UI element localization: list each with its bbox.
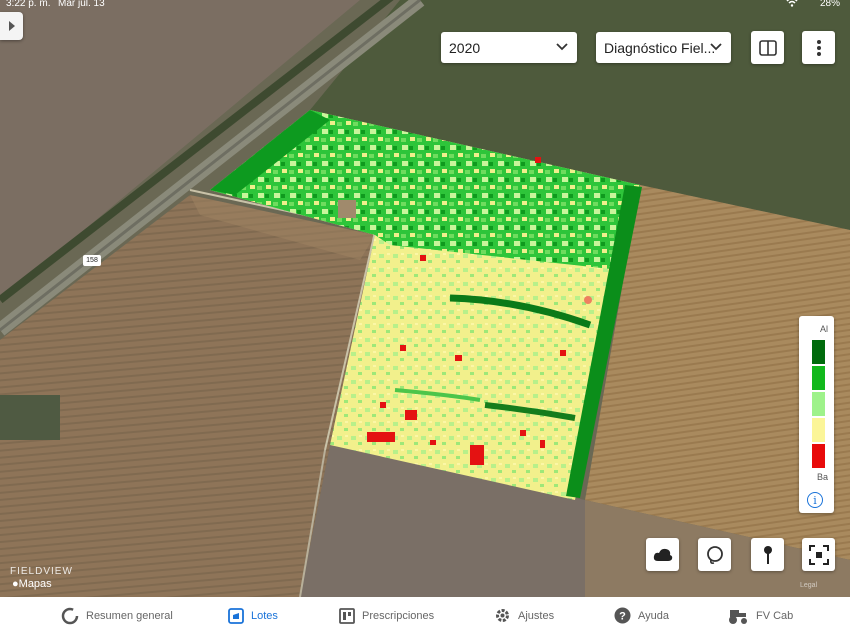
year-dropdown-value: 2020 [449, 39, 481, 56]
chevron-right-icon [8, 21, 15, 31]
tab-help[interactable]: ? Ayuda [614, 597, 669, 634]
layer-dropdown[interactable]: Diagnóstico Fiel... [596, 32, 731, 63]
focus-field-button[interactable] [802, 538, 835, 571]
legend-swatch [812, 418, 825, 442]
ndvi-legend: Al Ba i [799, 316, 834, 513]
layer-dropdown-value: Diagnóstico Fiel... [604, 39, 716, 56]
tab-settings[interactable]: Ajustes [494, 597, 554, 634]
apple-logo-icon: ● [12, 578, 19, 590]
legend-swatch [812, 340, 825, 364]
weather-button[interactable] [646, 538, 679, 571]
lasso-tool-button[interactable] [698, 538, 731, 571]
legal-link[interactable]: Legal [800, 582, 817, 589]
info-icon[interactable]: i [807, 492, 823, 508]
legend-low-label: Ba [816, 472, 828, 482]
status-time: 3:22 p. m. [6, 0, 51, 9]
tab-help-label: Ayuda [638, 609, 669, 622]
map-imagery [0, 0, 850, 597]
tab-summary-label: Resumen general [86, 609, 173, 622]
split-view-button[interactable] [751, 31, 784, 64]
wifi-icon [786, 0, 798, 10]
fieldview-brand: FIELDVIEW [10, 566, 73, 577]
lasso-icon [706, 545, 723, 564]
gear-icon [494, 607, 511, 624]
road-number-label: 158 [83, 255, 101, 266]
more-options-button[interactable] [802, 31, 835, 64]
cloud-icon [653, 548, 672, 561]
help-icon: ? [614, 607, 631, 624]
tab-fields[interactable]: Lotes [228, 597, 278, 634]
tab-settings-label: Ajustes [518, 609, 555, 622]
sidebar-toggle-button[interactable] [0, 12, 23, 40]
fields-icon [228, 607, 244, 624]
legend-swatch [812, 444, 825, 468]
maps-attribution: ●Mapas [12, 578, 52, 590]
more-vertical-icon [816, 39, 821, 56]
battery-level: 28% [819, 0, 840, 9]
tab-prescriptions-label: Prescripciones [362, 609, 435, 622]
focus-icon [808, 544, 829, 565]
pin-icon [763, 545, 772, 564]
status-date: Mar jul. 13 [58, 0, 105, 9]
tab-fv-cab[interactable]: FV Cab [727, 597, 793, 634]
tab-summary[interactable]: Resumen general [61, 597, 173, 634]
prescriptions-icon [339, 607, 355, 624]
legend-swatch [812, 366, 825, 390]
summary-ring-icon [61, 607, 79, 625]
chevron-down-icon [710, 43, 722, 51]
bottom-tab-bar: Resumen general Lotes Prescripciones Aju… [0, 597, 850, 634]
legend-high-label: Al [819, 324, 828, 334]
split-view-icon [758, 39, 777, 56]
chevron-down-icon [556, 43, 568, 51]
drop-pin-button[interactable] [751, 538, 784, 571]
tractor-icon [727, 608, 749, 624]
legend-swatch [812, 392, 825, 416]
svg-text:?: ? [619, 611, 626, 623]
status-bar: 3:22 p. m. Mar jul. 13 28% [0, 0, 850, 12]
tab-prescriptions[interactable]: Prescripciones [339, 597, 434, 634]
satellite-map[interactable] [0, 0, 850, 597]
tab-fields-label: Lotes [251, 609, 278, 622]
year-dropdown[interactable]: 2020 [441, 32, 577, 63]
tab-fv-cab-label: FV Cab [756, 609, 794, 622]
